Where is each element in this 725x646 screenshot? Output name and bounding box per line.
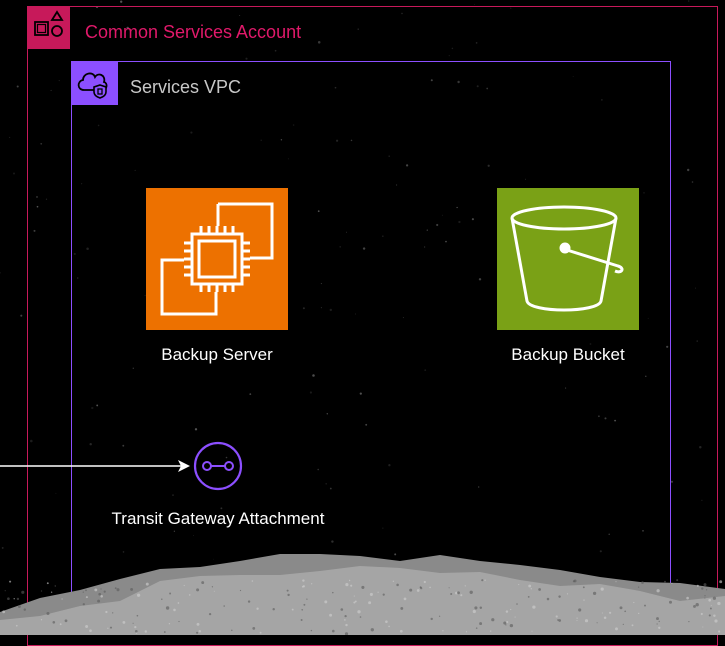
- ec2-instance-icon[interactable]: [146, 188, 288, 330]
- transit-gateway-attachment-icon[interactable]: [192, 440, 244, 492]
- account-label: Common Services Account: [85, 22, 302, 42]
- s3-bucket-icon[interactable]: [497, 188, 639, 330]
- vpc-label: Services VPC: [130, 77, 242, 97]
- vpc-icon: [71, 61, 118, 105]
- torn-paper-edge: [0, 554, 725, 635]
- backup-server-label: Backup Server: [161, 345, 273, 364]
- account-icon: [27, 6, 70, 49]
- backup-bucket-label: Backup Bucket: [511, 345, 625, 364]
- connector-arrow: [0, 460, 190, 472]
